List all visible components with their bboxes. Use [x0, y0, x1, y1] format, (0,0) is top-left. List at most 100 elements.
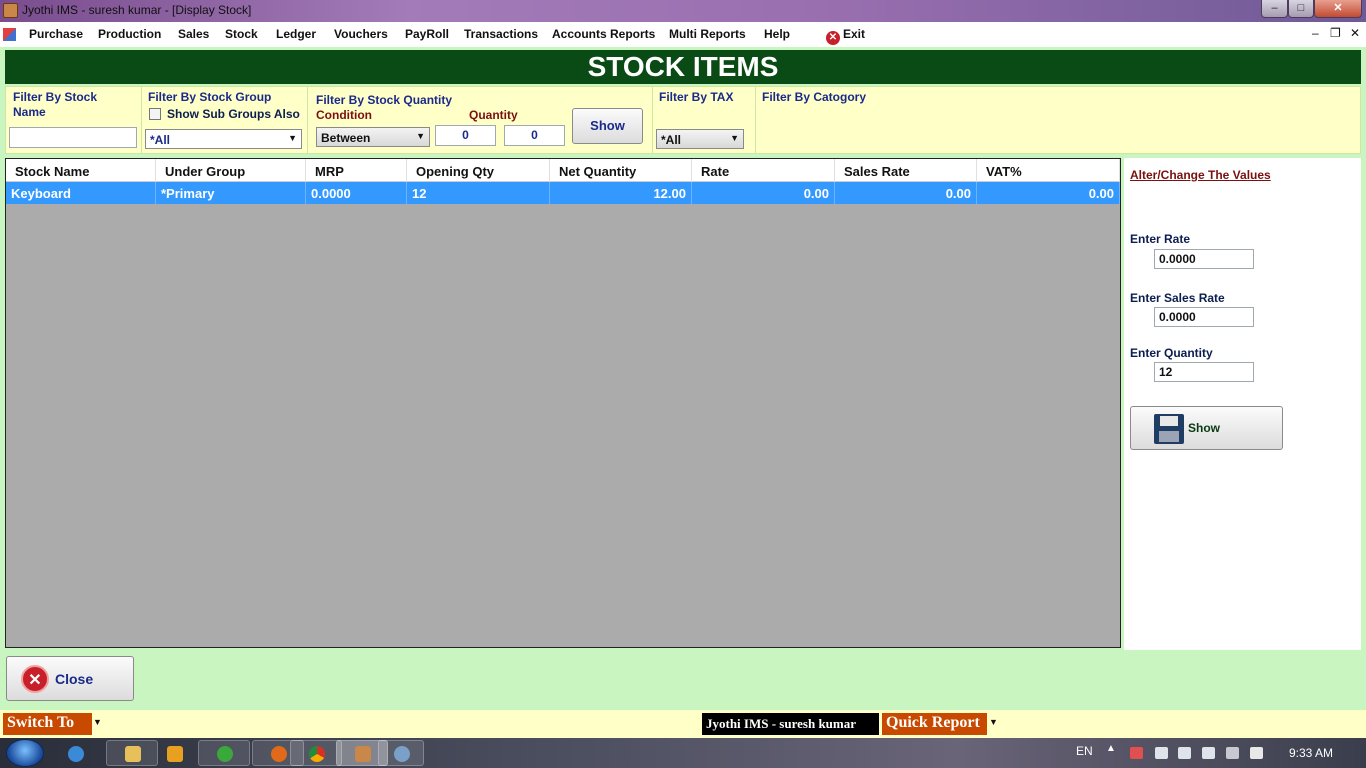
condition-label: Condition [316, 108, 372, 122]
column-header-rate[interactable]: Rate [692, 159, 835, 182]
volume-icon[interactable] [1226, 747, 1239, 759]
menu-purchase[interactable]: Purchase [29, 27, 83, 41]
close-window-button[interactable]: ✕ [1314, 0, 1362, 18]
tray-app-icon[interactable] [1155, 747, 1168, 759]
column-header-mrp[interactable]: MRP [306, 159, 407, 182]
media-player-icon [167, 746, 183, 762]
show-sub-groups-checkbox[interactable] [149, 108, 161, 120]
close-label: Close [55, 671, 94, 687]
menu-sales[interactable]: Sales [178, 27, 209, 41]
language-indicator[interactable]: EN [1076, 744, 1093, 758]
filter-stock-group-label: Filter By Stock Group [148, 90, 272, 104]
mdi-close-button[interactable]: ✕ [1350, 26, 1360, 40]
cell-under-group[interactable]: *Primary [156, 182, 306, 204]
sales-rate-input[interactable]: 0.0000 [1154, 307, 1254, 327]
chevron-down-icon[interactable]: ▼ [989, 717, 998, 727]
show-hidden-icons-icon[interactable]: ▲ [1106, 743, 1116, 754]
cell-sales-rate[interactable]: 0.00 [835, 182, 977, 204]
cell-stock-name[interactable]: Keyboard [6, 182, 156, 204]
tray-app-icon[interactable] [1178, 747, 1191, 759]
action-center-flag-icon[interactable] [1250, 747, 1263, 759]
quantity-to-input[interactable]: 0 [504, 125, 565, 146]
quantity-input[interactable]: 12 [1154, 362, 1254, 382]
menu-accounts-reports[interactable]: Accounts Reports [552, 27, 655, 41]
chevron-down-icon: ▼ [288, 133, 297, 143]
menu-production[interactable]: Production [98, 27, 161, 41]
maximize-button[interactable]: □ [1288, 0, 1314, 18]
clock[interactable]: 9:33 AM [1289, 746, 1333, 760]
network-status-icon[interactable] [1202, 747, 1215, 759]
menu-exit-label: Exit [843, 27, 866, 41]
divider [755, 87, 756, 153]
show-sub-groups-label: Show Sub Groups Also [167, 107, 300, 121]
divider [141, 87, 142, 153]
jyothi-ims-icon [355, 746, 371, 762]
column-header-vat[interactable]: VAT% [977, 159, 1120, 182]
stock-group-select[interactable]: *All ▼ [145, 129, 302, 149]
condition-select[interactable]: Between ▼ [316, 127, 430, 147]
column-header-under-group[interactable]: Under Group [156, 159, 306, 182]
column-header-stock-name[interactable]: Stock Name [6, 159, 156, 182]
folder-icon [125, 746, 141, 762]
alter-values-link[interactable]: Alter/Change The Values [1130, 168, 1271, 182]
chrome-icon [309, 746, 325, 762]
menu-payroll[interactable]: PayRoll [405, 27, 449, 41]
taskbar-media-player[interactable] [160, 740, 192, 766]
enter-rate-label: Enter Rate [1130, 232, 1191, 246]
taskbar-paint[interactable] [378, 740, 424, 766]
close-button[interactable]: ✕ Close [6, 656, 134, 701]
stock-group-value: *All [150, 133, 171, 147]
menu-ledger[interactable]: Ledger [276, 27, 316, 41]
close-icon: ✕ [21, 665, 49, 693]
chevron-down-icon[interactable]: ▼ [93, 717, 102, 727]
column-header-sales-rate[interactable]: Sales Rate [835, 159, 977, 182]
menu-bar: Purchase Production Sales Stock Ledger V… [0, 22, 1366, 47]
mdi-child-icon[interactable] [3, 28, 16, 41]
menu-help[interactable]: Help [764, 27, 790, 41]
menu-exit[interactable]: ✕ Exit [826, 27, 865, 45]
rate-input[interactable]: 0.0000 [1154, 249, 1254, 269]
mdi-restore-button[interactable]: ❐ [1330, 26, 1341, 40]
enter-sales-rate-label: Enter Sales Rate [1130, 291, 1225, 305]
filter-category-label: Filter By Catogory [762, 90, 867, 104]
tax-value: *All [661, 133, 682, 147]
filter-tax-label: Filter By TAX [659, 90, 734, 104]
quantity-from-input[interactable]: 0 [435, 125, 496, 146]
divider [652, 87, 653, 153]
floppy-disk-icon [1154, 414, 1184, 444]
taskbar-utorrent[interactable] [198, 740, 250, 766]
network-icon[interactable] [1130, 747, 1143, 759]
cell-mrp[interactable]: 0.0000 [306, 182, 407, 204]
windows-start-icon[interactable] [6, 739, 44, 767]
table-row[interactable]: Keyboard *Primary 0.0000 12 12.00 0.00 0… [6, 182, 1120, 204]
minimize-button[interactable]: – [1261, 0, 1288, 18]
mdi-minimize-button[interactable]: – [1312, 26, 1319, 40]
menu-multi-reports[interactable]: Multi Reports [669, 27, 746, 41]
column-header-net-quantity[interactable]: Net Quantity [550, 159, 692, 182]
internet-explorer-icon [68, 746, 84, 762]
column-header-opening-qty[interactable]: Opening Qty [407, 159, 550, 182]
tax-select[interactable]: *All ▼ [656, 129, 744, 149]
stock-name-input[interactable] [9, 127, 137, 148]
cell-net-quantity[interactable]: 12.00 [550, 182, 692, 204]
taskbar-chrome[interactable] [290, 740, 342, 766]
taskbar-file-explorer[interactable] [106, 740, 158, 766]
save-show-button[interactable]: Show [1130, 406, 1283, 450]
cell-rate[interactable]: 0.00 [692, 182, 835, 204]
window-title: Jyothi IMS - suresh kumar - [Display Sto… [22, 3, 252, 17]
quick-report-button[interactable]: Quick Report [882, 713, 987, 735]
cell-opening-qty[interactable]: 12 [407, 182, 550, 204]
exit-icon: ✕ [826, 31, 840, 45]
os-taskbar: EN ▲ 9:33 AM [0, 738, 1366, 768]
firefox-icon [271, 746, 287, 762]
chevron-down-icon: ▼ [416, 131, 425, 141]
menu-vouchers[interactable]: Vouchers [334, 27, 388, 41]
filter-show-button[interactable]: Show [572, 108, 643, 144]
taskbar-internet-explorer[interactable] [53, 740, 98, 766]
switch-to-button[interactable]: Switch To [3, 713, 92, 735]
utorrent-icon [217, 746, 233, 762]
menu-transactions[interactable]: Transactions [464, 27, 538, 41]
menu-stock[interactable]: Stock [225, 27, 258, 41]
status-bar: Switch To ▼ Jyothi IMS - suresh kumar Qu… [0, 710, 1366, 738]
cell-vat[interactable]: 0.00 [977, 182, 1120, 204]
